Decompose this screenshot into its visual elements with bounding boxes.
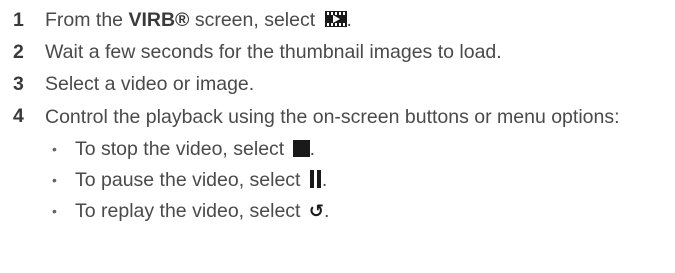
list-item-stop: • To stop the video, select .	[45, 134, 670, 165]
step-text: Wait a few seconds for the thumbnail ima…	[45, 41, 502, 63]
sub-item-end: .	[309, 138, 316, 160]
video-playback-icon	[324, 11, 347, 27]
playback-options-list: • To stop the video, select . • To pause…	[45, 134, 670, 227]
step-number: 2	[13, 41, 24, 63]
sub-item-text: To stop the video, select	[75, 138, 290, 160]
bullet: •	[52, 203, 57, 219]
step-4: 4 Control the playback using the on-scre…	[10, 102, 670, 227]
step-text: Control the playback using the on-screen…	[45, 106, 620, 128]
sub-item-text: To replay the video, select	[75, 200, 306, 222]
sub-item-end: .	[323, 200, 330, 222]
pause-icon	[309, 170, 322, 188]
step-1: 1 From the VIRB® screen, select .	[10, 6, 670, 35]
step-text: Select a video or image.	[45, 73, 255, 95]
stop-icon	[292, 140, 310, 157]
sub-item-text: To pause the video, select	[75, 169, 306, 191]
step-2: 2 Wait a few seconds for the thumbnail i…	[10, 38, 670, 67]
step-text-end: .	[346, 9, 352, 31]
instruction-steps: 1 From the VIRB® screen, select . 2 Wait…	[10, 0, 670, 227]
virb-label: VIRB®	[128, 9, 190, 31]
step-number: 4	[13, 105, 24, 127]
step-3: 3 Select a video or image.	[10, 70, 670, 99]
step-number: 1	[13, 9, 24, 31]
step-text: From the VIRB® screen, select .	[45, 9, 352, 31]
step-text-after: screen, select	[189, 9, 321, 31]
list-item-replay: • To replay the video, select ↺.	[45, 196, 670, 227]
bullet: •	[52, 172, 57, 188]
step-text-before: From the	[45, 9, 129, 31]
step-number: 3	[13, 73, 24, 95]
replay-icon: ↺	[308, 201, 324, 222]
sub-item-end: .	[321, 169, 328, 191]
list-item-pause: • To pause the video, select .	[45, 165, 670, 196]
bullet: •	[52, 141, 57, 157]
